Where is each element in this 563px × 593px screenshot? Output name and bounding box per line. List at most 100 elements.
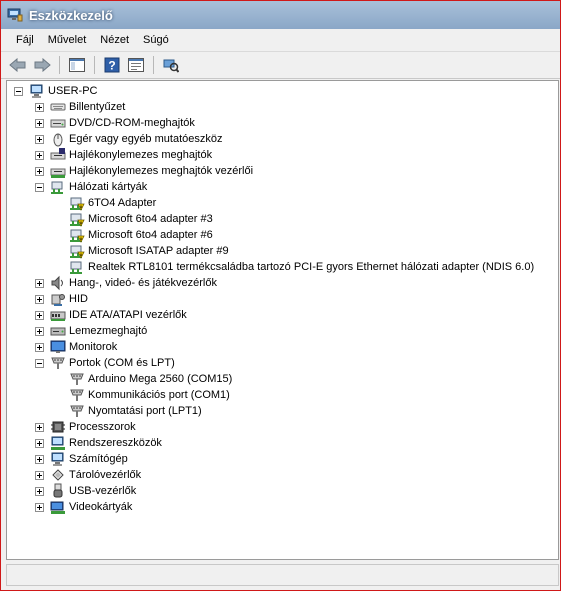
expand-toggle[interactable] [35,455,44,464]
tree-category[interactable]: IDE ATA/ATAPI vezérlők [50,307,187,323]
mouse-icon [50,131,66,147]
expand-toggle[interactable] [35,151,44,160]
tree-item-label: Processzorok [69,421,136,433]
expand-toggle[interactable] [35,279,44,288]
tree-item-label: Realtek RTL8101 termékcsaládba tartozó P… [88,261,535,273]
tree-category[interactable]: Hang-, videó- és játékvezérlők [50,275,217,291]
menu-file[interactable]: Fájl [9,32,41,48]
expand-toggle[interactable] [35,503,44,512]
tree-category[interactable]: Hajlékonylemezes meghajtók [50,147,212,163]
tree-device[interactable]: Arduino Mega 2560 (COM15) [69,371,232,387]
tree-item-label: DVD/CD-ROM-meghajtók [69,117,195,129]
tree-category[interactable]: Lemezmeghajtó [50,323,147,339]
tree-category[interactable]: Egér vagy egyéb mutatóeszköz [50,131,222,147]
forward-button[interactable] [31,55,53,75]
toolbar: ? [1,52,560,79]
tree-item-label: Microsoft 6to4 adapter #6 [88,229,213,241]
tree-category[interactable]: Rendszereszközök [50,435,162,451]
tree-category[interactable]: Hálózati kártyák [50,179,147,195]
tree-item-label: Videokártyák [69,501,133,513]
collapse-toggle[interactable] [35,359,44,368]
tree-category[interactable]: Processzorok [50,419,136,435]
tree-item-label: USER-PC [48,85,98,97]
expand-toggle[interactable] [35,295,44,304]
tree-category[interactable]: Billentyűzet [50,99,125,115]
tree-device[interactable]: Kommunikációs port (COM1) [69,387,230,403]
tree-item-label: Microsoft 6to4 adapter #3 [88,213,213,225]
window-title: Eszközkezelő [29,7,113,23]
ide-controller-icon [50,307,66,323]
tree-device[interactable]: Microsoft 6to4 adapter #3 [69,211,213,227]
tree-item-label: Rendszereszközök [69,437,162,449]
status-bar [6,564,559,586]
menu-action[interactable]: Művelet [41,32,94,48]
menu-bar: Fájl Művelet Nézet Súgó [1,29,560,52]
show-hide-tree-button[interactable] [66,55,88,75]
expand-toggle[interactable] [35,103,44,112]
tree-category[interactable]: Videokártyák [50,499,132,515]
tree-item-label: IDE ATA/ATAPI vezérlők [69,309,187,321]
tree-category[interactable]: Monitorok [50,339,117,355]
tree-category[interactable]: Portok (COM és LPT) [50,355,175,371]
computer-icon [50,451,66,467]
tree-category[interactable]: USB-vezérlők [50,483,136,499]
network-adapter-warning-icon [69,195,85,211]
tree-item-label: Kommunikációs port (COM1) [88,389,230,401]
port-icon [69,371,85,387]
tree-device[interactable]: Nyomtatási port (LPT1) [69,403,202,419]
network-adapter-warning-icon [69,211,85,227]
menu-help[interactable]: Súgó [136,32,176,48]
tree-item-label: Monitorok [69,341,118,353]
tree-device[interactable]: Microsoft ISATAP adapter #9 [69,243,229,259]
expand-toggle[interactable] [35,311,44,320]
scan-hardware-button[interactable] [160,55,182,75]
expand-toggle[interactable] [35,423,44,432]
back-button[interactable] [7,55,29,75]
menu-view[interactable]: Nézet [93,32,136,48]
sound-icon [50,275,66,291]
tree-item-label: HID [69,293,88,305]
properties-button[interactable] [125,55,147,75]
tree-item-label: USB-vezérlők [69,485,137,497]
tree-device[interactable]: Microsoft 6to4 adapter #6 [69,227,213,243]
forward-icon [34,58,51,72]
network-adapter-icon [69,259,85,275]
help-button[interactable]: ? [101,55,123,75]
expand-toggle[interactable] [35,119,44,128]
collapse-toggle[interactable] [14,87,23,96]
expand-toggle[interactable] [35,487,44,496]
properties-icon [128,58,144,72]
expand-toggle[interactable] [35,343,44,352]
tree-category[interactable]: Számítógép [50,451,128,467]
display-adapter-icon [50,499,66,515]
svg-text:?: ? [108,59,115,73]
tree-item-label: Hajlékonylemezes meghajtók vezérlői [69,165,254,177]
tree-category[interactable]: HID [50,291,88,307]
port-icon [69,403,85,419]
floppy-drive-icon [50,147,66,163]
expand-toggle[interactable] [35,135,44,144]
network-adapter-icon [50,179,66,195]
tree-device[interactable]: Realtek RTL8101 termékcsaládba tartozó P… [69,259,534,275]
collapse-toggle[interactable] [35,183,44,192]
keyboard-icon [50,99,66,115]
device-tree[interactable]: USER-PC Billentyűzet DVD/CD-ROM-meghajtók E… [6,80,559,560]
tree-category[interactable]: DVD/CD-ROM-meghajtók [50,115,195,131]
tree-category[interactable]: Hajlékonylemezes meghajtók vezérlői [50,163,253,179]
expand-toggle[interactable] [35,471,44,480]
tree-item-label: Lemezmeghajtó [69,325,148,337]
tree-category[interactable]: Tárolóvezérlők [50,467,141,483]
usb-icon [50,483,66,499]
network-adapter-warning-icon [69,227,85,243]
computer-icon [29,83,45,99]
tree-device[interactable]: 6TO4 Adapter [69,195,156,211]
expand-toggle[interactable] [35,167,44,176]
expand-toggle[interactable] [35,439,44,448]
title-bar[interactable]: Eszközkezelő [1,1,560,29]
tree-root[interactable]: USER-PC [29,83,98,99]
monitor-icon [50,339,66,355]
tree-item-label: Hang-, videó- és játékvezérlők [69,277,217,289]
expand-toggle[interactable] [35,327,44,336]
tree-item-label: Portok (COM és LPT) [69,357,175,369]
processor-icon [50,419,66,435]
